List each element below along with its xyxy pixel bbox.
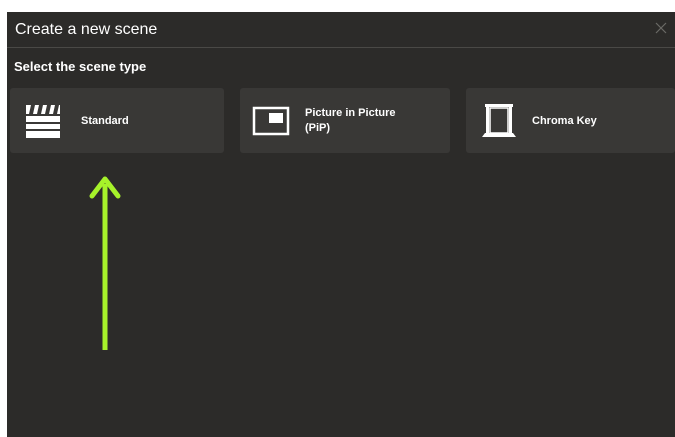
scene-type-label: Picture in Picture (PiP) [305, 106, 435, 136]
scene-type-standard-button[interactable]: Standard [10, 88, 224, 153]
dialog-titlebar: Create a new scene [7, 12, 675, 48]
scene-type-label-line2: (PiP) [305, 122, 331, 134]
scene-type-heading: Select the scene type [14, 59, 147, 74]
dialog-title: Create a new scene [15, 21, 158, 38]
picture-in-picture-icon [252, 105, 290, 137]
scene-type-pip-button[interactable]: Picture in Picture (PiP) [240, 88, 450, 153]
scene-type-chroma-key-button[interactable]: Chroma Key [466, 88, 675, 153]
up-arrow-annotation [89, 176, 121, 350]
scene-type-label-line1: Picture in Picture [305, 107, 396, 119]
chroma-key-icon [479, 101, 519, 141]
scene-type-label: Chroma Key [532, 115, 597, 127]
create-scene-dialog: Create a new scene Select the scene type [7, 12, 675, 437]
scene-type-label: Standard [81, 115, 129, 127]
close-icon[interactable] [651, 18, 671, 38]
clapperboard-icon [24, 102, 62, 140]
